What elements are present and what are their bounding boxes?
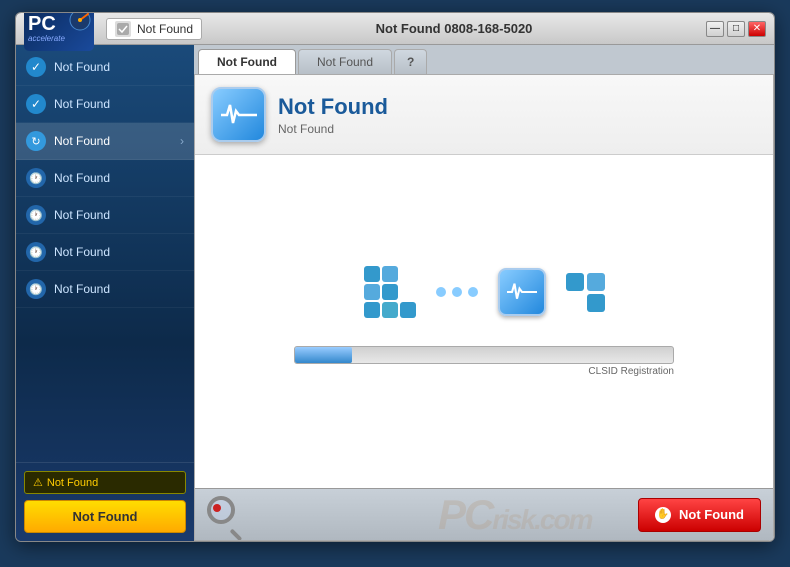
minimize-button[interactable]: —: [706, 21, 724, 37]
puzzle-piece-mr: [400, 284, 416, 300]
scan-icons-row: [364, 266, 605, 318]
stop-hand-symbol: ✋: [657, 509, 669, 520]
logo-speedometer-icon: [68, 12, 92, 32]
dot-3: [468, 287, 478, 297]
clock-icon-1: 🕐: [26, 168, 46, 188]
sidebar-item-6[interactable]: 🕐 Not Found: [16, 234, 194, 271]
sidebar-item-7-label: Not Found: [54, 282, 110, 296]
progress-container: CLSID Registration: [294, 346, 674, 377]
window-controls: — □ ✕: [706, 21, 766, 37]
puzzle-r-tl: [566, 273, 584, 291]
puzzle-piece-tm: [382, 266, 398, 282]
panel-title: Not Found: [278, 94, 757, 120]
sidebar-item-3[interactable]: ↻ Not Found ›: [16, 123, 194, 160]
logo-box: PC accelerate: [24, 12, 94, 51]
dot-2: [452, 287, 462, 297]
action-button[interactable]: ✋ Not Found: [638, 498, 761, 532]
pcrisk-logo: PCrisk.com: [438, 491, 592, 539]
check-icon-2: ✓: [26, 94, 46, 114]
maximize-button[interactable]: □: [727, 21, 745, 37]
puzzle-icon-left: [364, 266, 416, 318]
puzzle-piece-bl: [364, 302, 380, 318]
scanning-dots: [436, 287, 478, 297]
action-button-label: Not Found: [679, 507, 744, 522]
sidebar-warning: ⚠ Not Found: [24, 471, 186, 494]
sidebar-menu: ✓ Not Found ✓ Not Found ↻ Not Found › 🕐 …: [16, 45, 194, 462]
sidebar-item-4-label: Not Found: [54, 171, 110, 185]
magnifier-glass: [207, 496, 235, 524]
panel-subtitle: Not Found: [278, 122, 757, 136]
pcrisk-pc: PC: [438, 491, 492, 538]
app-logo: PC accelerate: [24, 12, 94, 51]
sidebar-item-3-label: Not Found: [54, 134, 110, 148]
clock-icon-4: 🕐: [26, 279, 46, 299]
title-bar: PC accelerate Not Found Not Found 0808-1…: [16, 13, 774, 45]
dot-1: [436, 287, 446, 297]
sidebar-item-4[interactable]: 🕐 Not Found: [16, 160, 194, 197]
window-title: Not Found 0808-168-5020: [202, 21, 706, 36]
status-label: Not Found: [137, 22, 193, 36]
ecg-icon: [221, 101, 257, 129]
clock-icon-3: 🕐: [26, 242, 46, 262]
sidebar-item-1[interactable]: ✓ Not Found: [16, 49, 194, 86]
sidebar-item-5[interactable]: 🕐 Not Found: [16, 197, 194, 234]
main-content: Not Found Not Found ? Not: [194, 45, 774, 541]
puzzle-r-tr: [587, 273, 605, 291]
sidebar-item-2[interactable]: ✓ Not Found: [16, 86, 194, 123]
sidebar-cta-button[interactable]: Not Found: [24, 500, 186, 533]
app-icon-center: [498, 268, 546, 316]
progress-fill: [295, 347, 352, 363]
progress-bar: [294, 346, 674, 364]
tab-2[interactable]: Not Found: [298, 49, 392, 74]
check-icon-1: ✓: [26, 57, 46, 77]
tab-help[interactable]: ?: [394, 49, 427, 74]
main-panel: Not Found Not Found: [194, 74, 774, 541]
sidebar-item-7[interactable]: 🕐 Not Found: [16, 271, 194, 308]
progress-label: CLSID Registration: [294, 366, 674, 377]
sidebar-item-5-label: Not Found: [54, 208, 110, 222]
sidebar-item-2-label: Not Found: [54, 97, 110, 111]
panel-header: Not Found Not Found: [195, 75, 773, 155]
clock-icon-2: 🕐: [26, 205, 46, 225]
sidebar-bottom: ⚠ Not Found Not Found: [16, 462, 194, 541]
puzzle-piece-mm: [382, 284, 398, 300]
warning-icon: ⚠: [33, 476, 43, 489]
sidebar-item-1-label: Not Found: [54, 60, 110, 74]
scan-area: CLSID Registration: [195, 155, 773, 488]
puzzle-piece-tl: [364, 266, 380, 282]
chevron-right-icon: ›: [180, 134, 184, 148]
ecg-svg-center: [507, 280, 537, 304]
refresh-icon: ↻: [26, 131, 46, 151]
bottom-bar: PCrisk.com ✋ Not Found: [195, 488, 773, 540]
panel-title-area: Not Found Not Found: [278, 94, 757, 136]
sidebar-warning-label: Not Found: [47, 477, 98, 489]
sidebar-item-6-label: Not Found: [54, 245, 110, 259]
tab-bar: Not Found Not Found ?: [194, 45, 774, 74]
puzzle-r-br: [587, 294, 605, 312]
status-badge[interactable]: Not Found: [106, 18, 202, 40]
puzzle-piece-ml: [364, 284, 380, 300]
status-icon: [115, 21, 131, 37]
magnifier-dot: [213, 504, 221, 512]
stop-hand-icon: ✋: [655, 507, 671, 523]
magnifier-handle: [230, 528, 243, 541]
sidebar: ✓ Not Found ✓ Not Found ↻ Not Found › 🕐 …: [16, 45, 194, 541]
app-icon-large: [211, 87, 266, 142]
tab-1[interactable]: Not Found: [198, 49, 296, 74]
puzzle-piece-tr: [400, 266, 416, 282]
app-content: ✓ Not Found ✓ Not Found ↻ Not Found › 🕐 …: [16, 45, 774, 541]
puzzle-icon-right: [566, 273, 605, 312]
main-window: PC accelerate Not Found Not Found 0808-1…: [15, 12, 775, 542]
logo-pc-text: PC: [28, 14, 56, 34]
pcrisk-suffix: risk.com: [492, 504, 591, 535]
magnifier-icon: [207, 496, 245, 534]
puzzle-piece-br: [400, 302, 416, 318]
status-icon-svg: [117, 23, 129, 35]
ecg-svg: [221, 101, 257, 129]
close-button[interactable]: ✕: [748, 21, 766, 37]
puzzle-piece-bm: [382, 302, 398, 318]
logo-accel-text: accelerate: [28, 34, 65, 43]
puzzle-r-bl: [566, 294, 584, 312]
